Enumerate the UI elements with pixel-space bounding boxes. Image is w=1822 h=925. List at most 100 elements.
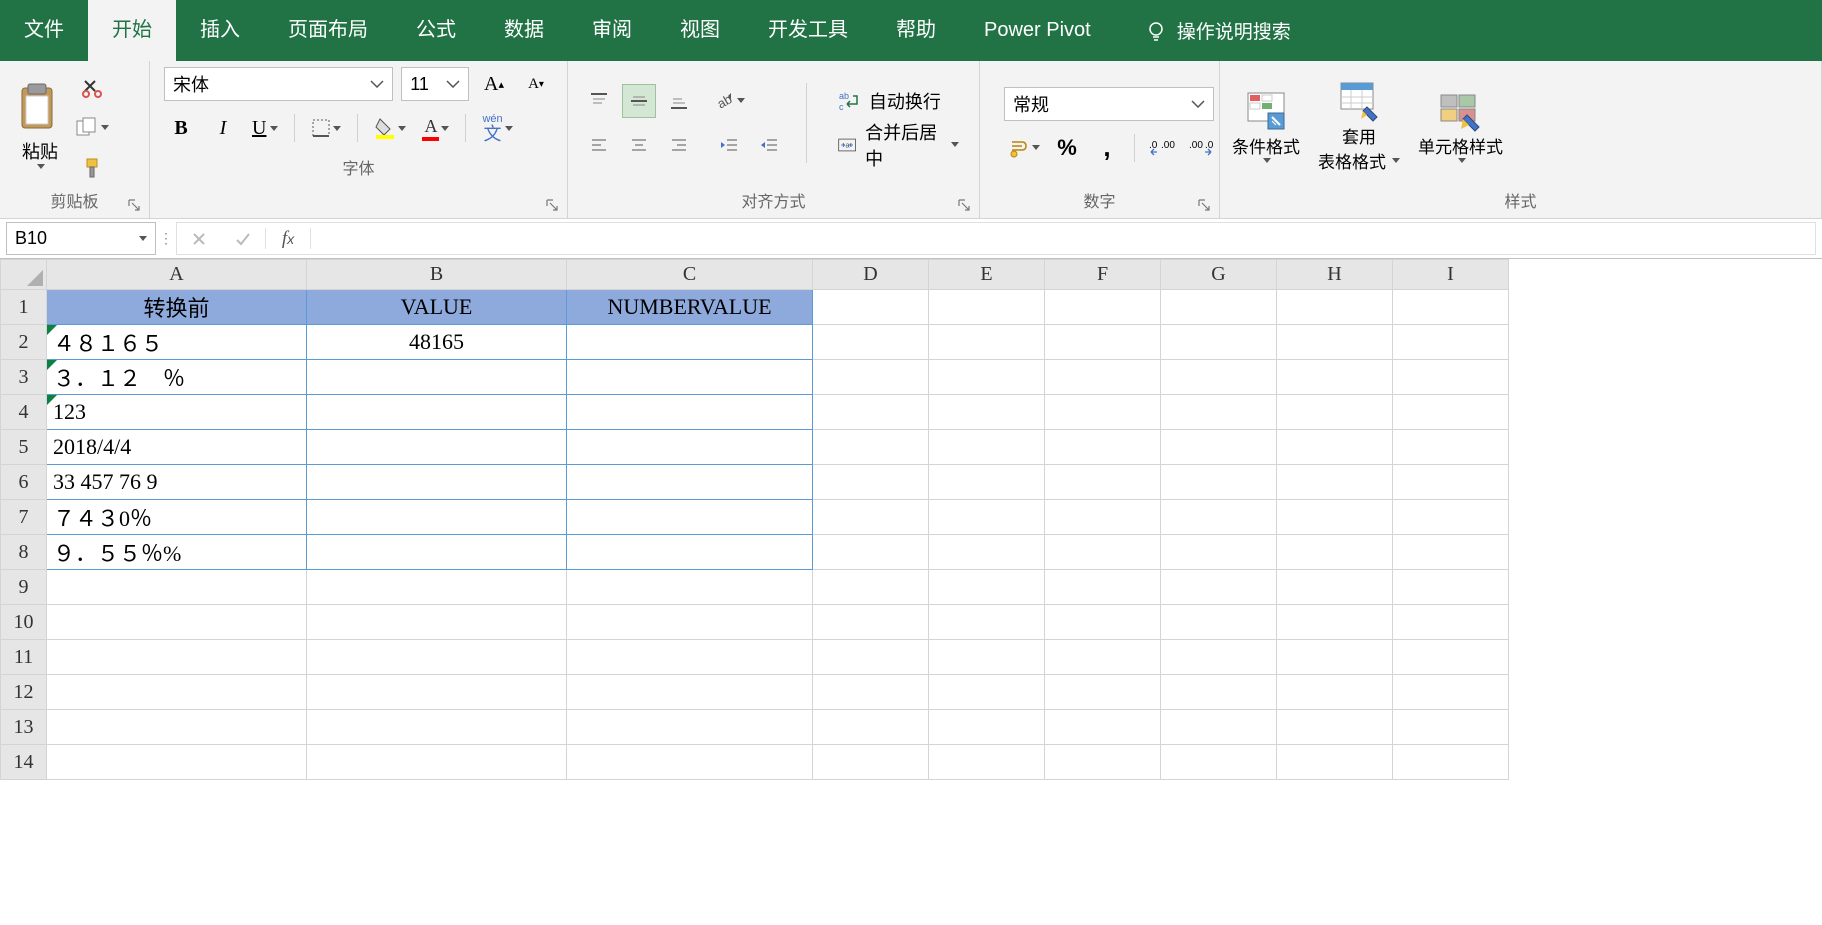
- cell-G7[interactable]: [1161, 500, 1277, 535]
- cell-D13[interactable]: [813, 710, 929, 745]
- row-header-11[interactable]: 11: [1, 640, 47, 675]
- tab-开始[interactable]: 开始: [88, 0, 176, 61]
- cell-C8[interactable]: [567, 535, 813, 570]
- cell-A7[interactable]: ７４３0％: [47, 500, 307, 535]
- cell-D8[interactable]: [813, 535, 929, 570]
- cell-B9[interactable]: [307, 570, 567, 605]
- decrease-font-button[interactable]: A▾: [519, 67, 553, 101]
- cell-F14[interactable]: [1045, 745, 1161, 780]
- dialog-launcher-number[interactable]: [1197, 198, 1211, 212]
- cell-C1[interactable]: NUMBERVALUE: [567, 290, 813, 325]
- conditional-format-button[interactable]: 条件格式: [1232, 89, 1300, 163]
- cell-D3[interactable]: [813, 360, 929, 395]
- select-all-corner[interactable]: [1, 260, 47, 290]
- formula-bar-resize[interactable]: ⋮: [156, 219, 176, 258]
- cell-G11[interactable]: [1161, 640, 1277, 675]
- cell-G10[interactable]: [1161, 605, 1277, 640]
- border-button[interactable]: [307, 111, 345, 145]
- tab-页面布局[interactable]: 页面布局: [264, 0, 392, 61]
- paste-button[interactable]: 粘贴: [16, 82, 64, 169]
- cell-H13[interactable]: [1277, 710, 1393, 745]
- cell-B12[interactable]: [307, 675, 567, 710]
- cell-E13[interactable]: [929, 710, 1045, 745]
- cell-H6[interactable]: [1277, 465, 1393, 500]
- cell-B8[interactable]: [307, 535, 567, 570]
- name-box[interactable]: B10: [6, 222, 156, 255]
- cell-I13[interactable]: [1393, 710, 1509, 745]
- tab-Power Pivot[interactable]: Power Pivot: [960, 0, 1115, 61]
- cell-D5[interactable]: [813, 430, 929, 465]
- cell-I14[interactable]: [1393, 745, 1509, 780]
- merge-center-button[interactable]: a 合并后居中: [827, 128, 965, 162]
- row-header-3[interactable]: 3: [1, 360, 47, 395]
- column-header-A[interactable]: A: [47, 260, 307, 290]
- cell-G6[interactable]: [1161, 465, 1277, 500]
- cell-C6[interactable]: [567, 465, 813, 500]
- tab-插入[interactable]: 插入: [176, 0, 264, 61]
- row-header-7[interactable]: 7: [1, 500, 47, 535]
- align-center-button[interactable]: [622, 128, 656, 162]
- cell-A9[interactable]: [47, 570, 307, 605]
- wrap-text-button[interactable]: abc 自动换行: [827, 84, 965, 118]
- cell-B1[interactable]: VALUE: [307, 290, 567, 325]
- column-header-G[interactable]: G: [1161, 260, 1277, 290]
- cell-A14[interactable]: [47, 745, 307, 780]
- cell-D1[interactable]: [813, 290, 929, 325]
- cell-G8[interactable]: [1161, 535, 1277, 570]
- dialog-launcher-alignment[interactable]: [957, 198, 971, 212]
- cell-H9[interactable]: [1277, 570, 1393, 605]
- cell-C12[interactable]: [567, 675, 813, 710]
- cell-F8[interactable]: [1045, 535, 1161, 570]
- row-header-5[interactable]: 5: [1, 430, 47, 465]
- cell-A2[interactable]: ４８１６５: [47, 325, 307, 360]
- cell-I4[interactable]: [1393, 395, 1509, 430]
- cell-E7[interactable]: [929, 500, 1045, 535]
- cell-B10[interactable]: [307, 605, 567, 640]
- column-header-E[interactable]: E: [929, 260, 1045, 290]
- number-format-combo[interactable]: 常规: [1004, 87, 1214, 121]
- cell-H11[interactable]: [1277, 640, 1393, 675]
- font-size-combo[interactable]: 11: [401, 67, 469, 101]
- row-header-10[interactable]: 10: [1, 605, 47, 640]
- copy-button[interactable]: [74, 112, 110, 144]
- cell-I8[interactable]: [1393, 535, 1509, 570]
- column-header-H[interactable]: H: [1277, 260, 1393, 290]
- cell-G12[interactable]: [1161, 675, 1277, 710]
- underline-button[interactable]: U: [248, 111, 282, 145]
- tab-审阅[interactable]: 审阅: [568, 0, 656, 61]
- cell-E1[interactable]: [929, 290, 1045, 325]
- cell-B5[interactable]: [307, 430, 567, 465]
- cell-G3[interactable]: [1161, 360, 1277, 395]
- cell-F4[interactable]: [1045, 395, 1161, 430]
- cell-D2[interactable]: [813, 325, 929, 360]
- font-name-combo[interactable]: 宋体: [164, 67, 393, 101]
- row-header-9[interactable]: 9: [1, 570, 47, 605]
- cell-F5[interactable]: [1045, 430, 1161, 465]
- cell-H14[interactable]: [1277, 745, 1393, 780]
- cell-D9[interactable]: [813, 570, 929, 605]
- cell-F11[interactable]: [1045, 640, 1161, 675]
- cell-E12[interactable]: [929, 675, 1045, 710]
- cell-H4[interactable]: [1277, 395, 1393, 430]
- cell-H8[interactable]: [1277, 535, 1393, 570]
- cell-F1[interactable]: [1045, 290, 1161, 325]
- cell-D12[interactable]: [813, 675, 929, 710]
- row-header-6[interactable]: 6: [1, 465, 47, 500]
- cell-G5[interactable]: [1161, 430, 1277, 465]
- cell-I12[interactable]: [1393, 675, 1509, 710]
- cell-I11[interactable]: [1393, 640, 1509, 675]
- column-header-B[interactable]: B: [307, 260, 567, 290]
- cell-C13[interactable]: [567, 710, 813, 745]
- cell-B13[interactable]: [307, 710, 567, 745]
- cell-H3[interactable]: [1277, 360, 1393, 395]
- cell-F10[interactable]: [1045, 605, 1161, 640]
- cell-C5[interactable]: [567, 430, 813, 465]
- cell-D7[interactable]: [813, 500, 929, 535]
- phonetic-button[interactable]: wén文: [478, 111, 516, 145]
- cell-I3[interactable]: [1393, 360, 1509, 395]
- formula-input[interactable]: [311, 223, 1815, 254]
- cell-A5[interactable]: 2018/4/4: [47, 430, 307, 465]
- increase-decimal-button[interactable]: .0.00: [1145, 131, 1179, 165]
- row-header-4[interactable]: 4: [1, 395, 47, 430]
- cell-E10[interactable]: [929, 605, 1045, 640]
